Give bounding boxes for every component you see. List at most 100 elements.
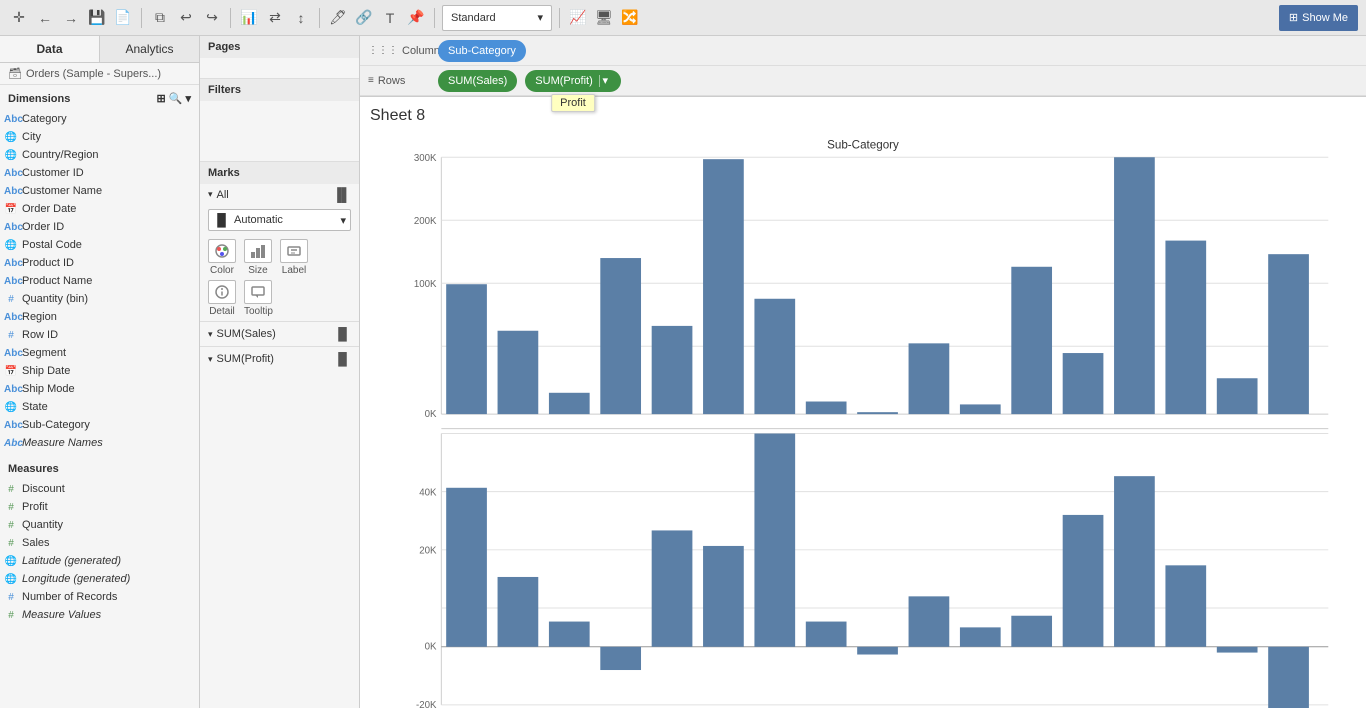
dim-ship-date[interactable]: 📅Ship Date [0, 362, 199, 380]
dim-state[interactable]: 🌐State [0, 398, 199, 416]
marks-sum-sales-row[interactable]: ▾ SUM(Sales) ▐▌ [208, 325, 351, 343]
standard-dropdown[interactable]: Standard ▾ [442, 5, 552, 31]
back-icon[interactable]: ← [34, 7, 56, 29]
chevron-up-icon[interactable]: ▾ [185, 92, 191, 105]
bar-machines-sales[interactable] [1011, 267, 1052, 414]
bar-copiers-sales[interactable] [754, 299, 795, 414]
dim-sub-category[interactable]: AbcSub-Category [0, 416, 199, 434]
undo-icon[interactable]: ↩ [175, 7, 197, 29]
bar-envelopes-sales[interactable] [806, 402, 847, 415]
dim-segment[interactable]: AbcSegment [0, 344, 199, 362]
bar-appliances-sales[interactable] [498, 331, 539, 414]
bar-storage-profit[interactable] [1165, 565, 1206, 646]
bar-storage-sales[interactable] [1165, 241, 1206, 415]
dim-country[interactable]: 🌐Country/Region [0, 146, 199, 164]
meas-quantity[interactable]: #Quantity [0, 516, 199, 534]
bar-accessories-sales[interactable] [446, 284, 487, 414]
show-me-button[interactable]: ⊞ Show Me [1279, 5, 1358, 31]
duplicate-icon[interactable]: ⧉ [149, 7, 171, 29]
tab-analytics[interactable]: Analytics [100, 36, 199, 62]
bar-labels-sales[interactable] [960, 404, 1001, 414]
bar-supplies-profit[interactable] [1217, 647, 1258, 653]
present-icon[interactable]: 🖥 [593, 7, 615, 29]
dim-order-date[interactable]: 📅Order Date [0, 200, 199, 218]
marks-label-btn[interactable]: Label [280, 239, 308, 276]
dim-postal[interactable]: 🌐Postal Code [0, 236, 199, 254]
dim-product-name[interactable]: AbcProduct Name [0, 272, 199, 290]
dim-customer-id[interactable]: AbcCustomer ID [0, 164, 199, 182]
bar-furnishings-sales[interactable] [909, 343, 950, 414]
marks-detail-btn[interactable]: Detail [208, 280, 236, 317]
dim-ship-mode[interactable]: AbcShip Mode [0, 380, 199, 398]
dim-city[interactable]: 🌐City [0, 128, 199, 146]
marks-sum-profit-row[interactable]: ▾ SUM(Profit) ▐▌ [208, 350, 351, 368]
bar-chairs-sales[interactable] [703, 159, 744, 414]
bar-bookcases-profit[interactable] [652, 530, 693, 646]
dim-row-id[interactable]: #Row ID [0, 326, 199, 344]
bar-paper-sales[interactable] [1063, 353, 1104, 414]
marks-all-row[interactable]: ▾ All ▐▌ [200, 184, 359, 205]
meas-measure-values[interactable]: #Measure Values [0, 606, 199, 624]
bar-accessories-profit[interactable] [446, 488, 487, 647]
bar-phones-sales[interactable] [1114, 157, 1155, 414]
bar-tables-profit[interactable] [1268, 647, 1309, 708]
move-icon[interactable]: ✛ [8, 7, 30, 29]
highlighter-icon[interactable]: 🖊 [327, 7, 349, 29]
bar-supplies-sales[interactable] [1217, 378, 1258, 414]
bar-labels-profit[interactable] [960, 627, 1001, 646]
bar-machines-profit[interactable] [1011, 616, 1052, 647]
bar-chart-icon[interactable]: 📊 [238, 7, 260, 29]
data-source[interactable]: 🗃 Orders (Sample - Supers...) [0, 63, 199, 85]
bar-appliances-profit[interactable] [498, 577, 539, 647]
bar-tables-sales[interactable] [1268, 254, 1309, 414]
search-icon[interactable]: 🔍 [169, 92, 183, 105]
grid-icon[interactable]: ⊞ [157, 92, 166, 105]
marks-size-btn[interactable]: Size [244, 239, 272, 276]
link-icon[interactable]: 🔗 [353, 7, 375, 29]
bar-paper-profit[interactable] [1063, 515, 1104, 647]
bar-bookcases-sales[interactable] [652, 326, 693, 414]
bar-phones-profit[interactable] [1114, 476, 1155, 647]
meas-num-records[interactable]: #Number of Records [0, 588, 199, 606]
rows-pill-profit[interactable]: SUM(Profit) ▾ Profit [525, 70, 620, 92]
pill-dropdown[interactable]: ▾ [599, 75, 611, 87]
meas-profit[interactable]: #Profit [0, 498, 199, 516]
marks-type-select[interactable]: ▐▌ Automatic ▾ [208, 209, 351, 231]
bar-binders-profit[interactable] [600, 647, 641, 670]
meas-latitude[interactable]: 🌐Latitude (generated) [0, 552, 199, 570]
dim-order-id[interactable]: AbcOrder ID [0, 218, 199, 236]
forward-icon[interactable]: → [60, 7, 82, 29]
sort-icon[interactable]: ↕ [290, 7, 312, 29]
text-icon[interactable]: T [379, 7, 401, 29]
analytics-icon[interactable]: 📈 [567, 7, 589, 29]
redo-icon[interactable]: ↪ [201, 7, 223, 29]
swap-icon[interactable]: ⇄ [264, 7, 286, 29]
pin-icon[interactable]: 📌 [405, 7, 427, 29]
bar-copiers-profit[interactable] [754, 434, 795, 647]
bar-fasteners-sales[interactable] [857, 412, 898, 414]
bar-envelopes-profit[interactable] [806, 622, 847, 647]
meas-longitude[interactable]: 🌐Longitude (generated) [0, 570, 199, 588]
meas-discount[interactable]: #Discount [0, 480, 199, 498]
rows-pill-sales[interactable]: SUM(Sales) [438, 70, 517, 92]
dim-category[interactable]: AbcCategory [0, 110, 199, 128]
bar-furnishings-profit[interactable] [909, 596, 950, 646]
marks-color-btn[interactable]: Color [208, 239, 236, 276]
bar-art-sales[interactable] [549, 393, 590, 414]
marks-tooltip-btn[interactable]: Tooltip [244, 280, 273, 317]
new-icon[interactable]: 📄 [112, 7, 134, 29]
dim-customer-name[interactable]: AbcCustomer Name [0, 182, 199, 200]
tab-data[interactable]: Data [0, 36, 100, 62]
bar-binders-sales[interactable] [600, 258, 641, 414]
columns-pill[interactable]: Sub-Category [438, 40, 526, 62]
dim-quantity-bin[interactable]: #Quantity (bin) [0, 290, 199, 308]
dim-region[interactable]: AbcRegion [0, 308, 199, 326]
save-icon[interactable]: 💾 [86, 7, 108, 29]
bar-fasteners-profit[interactable] [857, 647, 898, 655]
meas-sales[interactable]: #Sales [0, 534, 199, 552]
bar-art-profit[interactable] [549, 622, 590, 647]
bar-chairs-profit[interactable] [703, 546, 744, 647]
dim-measure-names[interactable]: AbcMeasure Names [0, 434, 199, 452]
share-icon[interactable]: 🔀 [619, 7, 641, 29]
dim-product-id[interactable]: AbcProduct ID [0, 254, 199, 272]
